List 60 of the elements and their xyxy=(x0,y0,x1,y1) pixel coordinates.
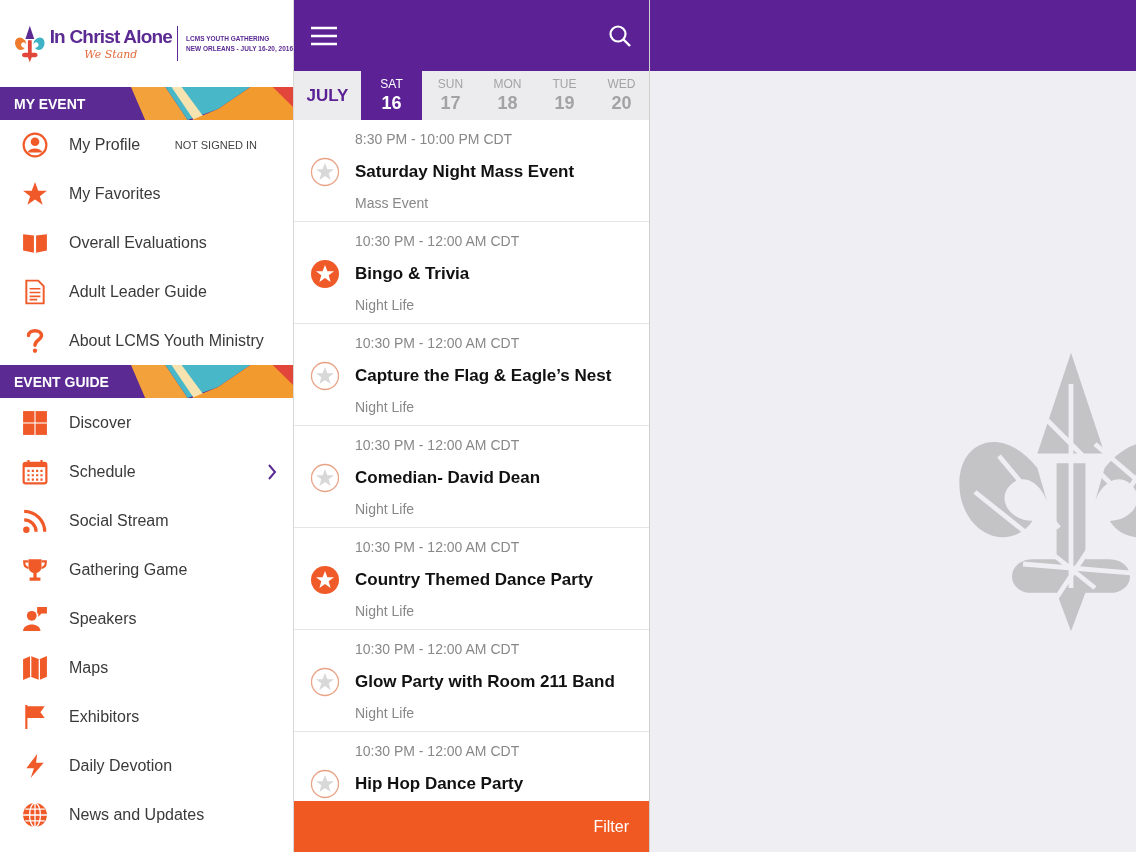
event-time: 10:30 PM - 12:00 AM CDT xyxy=(355,232,521,250)
chevron-right-icon xyxy=(267,463,277,480)
speaker-icon xyxy=(22,605,48,632)
event-time: 8:30 PM - 10:00 PM CDT xyxy=(355,130,514,148)
logo-tagline: We Stand xyxy=(84,48,138,61)
event-time: 10:30 PM - 12:00 AM CDT xyxy=(355,436,521,454)
sidebar-item[interactable]: Maps xyxy=(0,643,293,692)
event-time: 10:30 PM - 12:00 AM CDT xyxy=(355,640,521,658)
event-row[interactable]: 10:30 PM - 12:00 AM CDT Capture the Flag & Eagle’s Nest Night Life xyxy=(294,324,649,426)
sidebar-item[interactable]: Exhibitors xyxy=(0,692,293,741)
event-row[interactable]: 10:30 PM - 12:00 AM CDT Comedian- David Dean Night Life xyxy=(294,426,649,528)
month-label: JULY xyxy=(305,84,350,107)
map-icon xyxy=(22,654,48,681)
globe-icon xyxy=(22,801,48,828)
event-row[interactable]: 10:30 PM - 12:00 AM CDT Glow Party with Room 211 Band Night Life xyxy=(294,630,649,732)
sidebar-item[interactable]: Speakers xyxy=(0,594,293,643)
event-row[interactable]: 10:30 PM - 12:00 AM CDT Bingo & Trivia Night Life xyxy=(294,222,649,324)
event-category: Night Life xyxy=(355,398,416,416)
sidebar-item[interactable]: Gathering Game xyxy=(0,545,293,594)
star-icon xyxy=(22,180,48,207)
event-category: Night Life xyxy=(355,296,416,314)
event-title: Country Themed Dance Party xyxy=(355,570,594,590)
sidebar-item[interactable]: My Favorites xyxy=(0,169,293,218)
sidebar-item[interactable]: My Profile NOT SIGNED IN xyxy=(0,120,293,169)
document-icon xyxy=(22,278,48,305)
sidebar-item[interactable]: Discover xyxy=(0,398,293,447)
profile-icon xyxy=(22,131,48,158)
sidebar-item[interactable]: Daily Devotion xyxy=(0,741,293,790)
event-row[interactable]: 8:30 PM - 10:00 PM CDT Saturday Night Mass Event Mass Event xyxy=(294,120,649,222)
event-category: Night Life xyxy=(355,704,416,722)
section-title: EVENT GUIDE xyxy=(14,373,109,390)
sidebar-item[interactable]: News and Updates xyxy=(0,790,293,839)
menu-button[interactable] xyxy=(311,25,337,46)
search-button[interactable] xyxy=(609,24,631,47)
trophy-icon xyxy=(22,556,48,583)
grid-icon xyxy=(22,409,48,436)
sidebar-item[interactable]: Social Stream xyxy=(0,496,293,545)
event-time: 10:30 PM - 12:00 AM CDT xyxy=(355,538,521,556)
event-title: Glow Party with Room 211 Band xyxy=(355,672,615,692)
event-time: 10:30 PM - 12:00 AM CDT xyxy=(355,742,521,760)
sidebar-item[interactable]: About LCMS Youth Ministry xyxy=(0,316,293,365)
event-category: Night Life xyxy=(355,500,416,518)
logo-title: In Christ Alone xyxy=(49,26,173,48)
event-row[interactable]: 10:30 PM - 12:00 AM CDT Country Themed Dance Party Night Life xyxy=(294,528,649,630)
event-title: Bingo & Trivia xyxy=(355,264,470,284)
sidebar-item[interactable]: Overall Evaluations xyxy=(0,218,293,267)
event-time: 10:30 PM - 12:00 AM CDT xyxy=(355,334,521,352)
event-title: Capture the Flag & Eagle’s Nest xyxy=(355,366,612,386)
event-category: Mass Event xyxy=(355,194,430,212)
event-title: Hip Hop Dance Party xyxy=(355,774,524,794)
calendar-icon xyxy=(22,458,48,485)
rss-icon xyxy=(22,507,48,534)
status-text: NOT SIGNED IN xyxy=(174,138,257,151)
event-title: Comedian- David Dean xyxy=(355,468,541,488)
section-title: MY EVENT xyxy=(14,95,86,112)
sidebar-item[interactable]: Adult Leader Guide xyxy=(0,267,293,316)
day-tab[interactable]: SAT 16 xyxy=(361,71,422,120)
sidebar-item[interactable]: Schedule xyxy=(0,447,293,496)
event-category: Night Life xyxy=(355,602,416,620)
event-title: Saturday Night Mass Event xyxy=(355,162,575,182)
